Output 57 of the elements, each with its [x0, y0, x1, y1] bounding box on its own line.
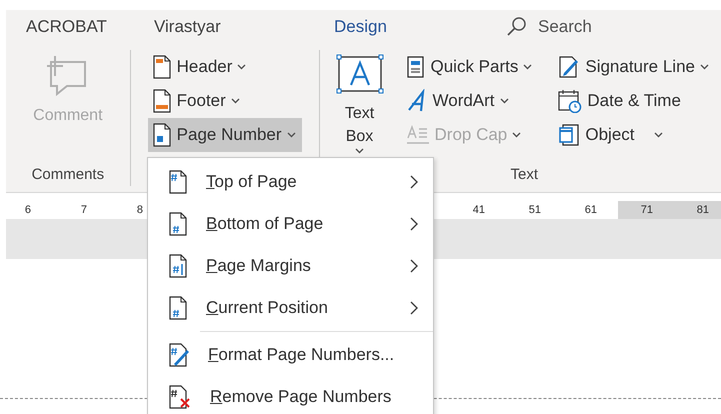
caret-icon: [654, 132, 662, 138]
ribbon-button[interactable]: WordArt: [402, 84, 538, 118]
page-margin-number-icon: [168, 254, 188, 278]
ribbon-button[interactable]: Object: [554, 118, 715, 152]
caret-icon: [237, 64, 246, 70]
chevron-right-icon: [409, 259, 419, 273]
header-icon: [152, 55, 172, 79]
caret-icon: [512, 132, 522, 138]
format-page-number-icon: [168, 343, 190, 367]
group-label: Comments: [32, 166, 104, 185]
ruler-number: 71: [640, 204, 654, 216]
signature-icon: [558, 55, 580, 79]
drop-cap-icon: [406, 124, 430, 146]
ribbon-button[interactable]: Footer: [148, 84, 302, 118]
word-art-icon: [406, 89, 428, 113]
page-number-icon: [152, 123, 172, 147]
ribbon-button[interactable]: Page Number: [148, 118, 302, 152]
caret-icon: [523, 64, 532, 70]
ribbon-tab[interactable]: ACROBAT: [26, 17, 154, 37]
page-number-icon: [168, 212, 188, 236]
caret-icon: [700, 64, 709, 70]
ruler-number: 81: [696, 204, 710, 216]
ruler-number: 61: [584, 204, 598, 216]
calendar-clock-icon: [558, 89, 582, 113]
search-label[interactable]: Search: [538, 17, 592, 37]
ribbon-button[interactable]: Header: [148, 50, 302, 84]
menu-item[interactable]: Page Margins: [148, 245, 433, 287]
footer-icon: [152, 89, 172, 113]
ruler-number: 41: [472, 204, 486, 216]
menu-item[interactable]: Format Page Numbers...: [148, 334, 433, 376]
page-top-number-icon: [168, 170, 188, 194]
ruler-number: 8: [136, 204, 144, 216]
text-box-icon: [336, 54, 384, 94]
caret-icon: [230, 98, 240, 104]
chevron-right-icon: [409, 301, 419, 315]
menu-item[interactable]: Current Position: [148, 287, 433, 329]
caret-icon: [286, 132, 296, 138]
ribbon-tab[interactable]: Design: [334, 17, 434, 37]
quick-parts-icon: [406, 55, 426, 79]
group-label: Text: [510, 166, 538, 185]
ruler-number: 7: [80, 204, 88, 216]
chevron-right-icon: [409, 217, 419, 231]
ruler-number: 6: [24, 204, 32, 216]
ribbon-button[interactable]: Date & Time: [554, 84, 715, 118]
remove-page-number-icon: [168, 385, 192, 409]
ribbon-tab[interactable]: Virastyar: [154, 17, 334, 37]
ribbon-button[interactable]: Quick Parts: [402, 50, 538, 84]
ruler-number: 51: [528, 204, 542, 216]
menu-item[interactable]: Remove Page Numbers: [148, 376, 433, 414]
ribbon-button[interactable]: Signature Line: [554, 50, 715, 84]
chevron-right-icon: [409, 175, 419, 189]
caret-icon: [355, 148, 364, 154]
menu-item[interactable]: Bottom of Page: [148, 203, 433, 245]
search-icon: [506, 16, 528, 38]
object-icon: [558, 123, 580, 147]
caret-icon: [500, 98, 509, 104]
page-number-icon: [168, 296, 188, 320]
